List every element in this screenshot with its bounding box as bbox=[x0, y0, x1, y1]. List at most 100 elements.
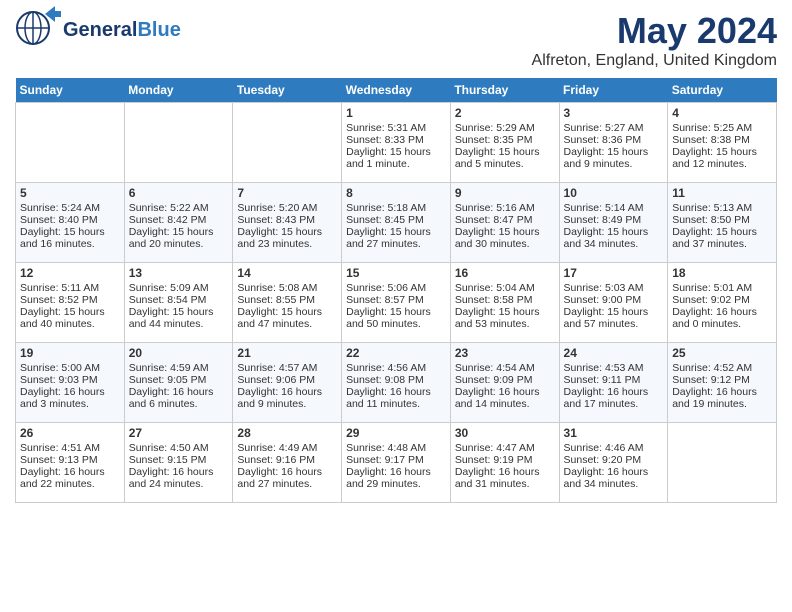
day-info: and 44 minutes. bbox=[129, 318, 229, 330]
day-info: and 5 minutes. bbox=[455, 158, 555, 170]
day-number: 9 bbox=[455, 186, 555, 200]
day-info: and 34 minutes. bbox=[564, 478, 664, 490]
calendar-cell: 18Sunrise: 5:01 AMSunset: 9:02 PMDayligh… bbox=[668, 263, 777, 343]
day-number: 5 bbox=[20, 186, 120, 200]
month-title: May 2024 bbox=[532, 10, 777, 52]
day-info: Sunrise: 5:27 AM bbox=[564, 122, 664, 134]
day-number: 27 bbox=[129, 426, 229, 440]
day-info: Daylight: 15 hours bbox=[455, 306, 555, 318]
day-info: Daylight: 16 hours bbox=[455, 386, 555, 398]
day-info: Daylight: 15 hours bbox=[237, 306, 337, 318]
day-number: 25 bbox=[672, 346, 772, 360]
day-info: Sunrise: 4:46 AM bbox=[564, 442, 664, 454]
day-info: Sunrise: 4:57 AM bbox=[237, 362, 337, 374]
day-info: Sunrise: 5:20 AM bbox=[237, 202, 337, 214]
day-info: Sunrise: 4:56 AM bbox=[346, 362, 446, 374]
weekday-header-saturday: Saturday bbox=[668, 78, 777, 103]
logo-general: General bbox=[63, 19, 137, 41]
calendar-cell: 6Sunrise: 5:22 AMSunset: 8:42 PMDaylight… bbox=[124, 183, 233, 263]
day-info: Sunrise: 5:06 AM bbox=[346, 282, 446, 294]
day-info: and 57 minutes. bbox=[564, 318, 664, 330]
day-info: Daylight: 15 hours bbox=[129, 306, 229, 318]
day-number: 13 bbox=[129, 266, 229, 280]
day-info: and 11 minutes. bbox=[346, 398, 446, 410]
day-info: Sunrise: 5:08 AM bbox=[237, 282, 337, 294]
day-number: 17 bbox=[564, 266, 664, 280]
day-info: Sunset: 9:09 PM bbox=[455, 374, 555, 386]
day-info: Sunset: 8:38 PM bbox=[672, 134, 772, 146]
day-info: Daylight: 15 hours bbox=[346, 146, 446, 158]
day-info: Sunrise: 4:54 AM bbox=[455, 362, 555, 374]
weekday-header-thursday: Thursday bbox=[450, 78, 559, 103]
day-info: and 31 minutes. bbox=[455, 478, 555, 490]
weekday-header-row: SundayMondayTuesdayWednesdayThursdayFrid… bbox=[16, 78, 777, 103]
calendar-cell: 19Sunrise: 5:00 AMSunset: 9:03 PMDayligh… bbox=[16, 343, 125, 423]
day-info: Sunrise: 5:13 AM bbox=[672, 202, 772, 214]
day-number: 28 bbox=[237, 426, 337, 440]
day-info: Sunrise: 4:52 AM bbox=[672, 362, 772, 374]
day-info: Sunrise: 4:47 AM bbox=[455, 442, 555, 454]
day-info: Sunset: 9:15 PM bbox=[129, 454, 229, 466]
day-info: Daylight: 15 hours bbox=[564, 306, 664, 318]
calendar-cell: 5 Sunrise: 5:24 AMSunset: 8:40 PMDaylight… bbox=[16, 183, 125, 263]
day-info: and 50 minutes. bbox=[346, 318, 446, 330]
calendar-week-3: 12Sunrise: 5:11 AMSunset: 8:52 PMDayligh… bbox=[16, 263, 777, 343]
day-info: Sunset: 9:12 PM bbox=[672, 374, 772, 386]
day-info: Daylight: 16 hours bbox=[672, 306, 772, 318]
day-info: and 37 minutes. bbox=[672, 238, 772, 250]
day-info: Sunrise: 5:31 AM bbox=[346, 122, 446, 134]
day-number: 18 bbox=[672, 266, 772, 280]
day-info: Daylight: 16 hours bbox=[455, 466, 555, 478]
day-info: and 0 minutes. bbox=[672, 318, 772, 330]
day-info: and 29 minutes. bbox=[346, 478, 446, 490]
day-info: Sunset: 8:50 PM bbox=[672, 214, 772, 226]
day-info: and 16 minutes. bbox=[20, 238, 120, 250]
day-info: Daylight: 16 hours bbox=[672, 386, 772, 398]
day-info: and 9 minutes. bbox=[237, 398, 337, 410]
day-info: Sunset: 8:49 PM bbox=[564, 214, 664, 226]
calendar-cell: 13Sunrise: 5:09 AMSunset: 8:54 PMDayligh… bbox=[124, 263, 233, 343]
calendar-cell: 12Sunrise: 5:11 AMSunset: 8:52 PMDayligh… bbox=[16, 263, 125, 343]
page-header: GeneralBlue May 2024 Alfreton, England, … bbox=[15, 10, 777, 70]
day-info: Sunrise: 5:18 AM bbox=[346, 202, 446, 214]
day-info: Sunrise: 5:14 AM bbox=[564, 202, 664, 214]
day-info: Daylight: 16 hours bbox=[129, 386, 229, 398]
weekday-header-friday: Friday bbox=[559, 78, 668, 103]
calendar-cell: 14Sunrise: 5:08 AMSunset: 8:55 PMDayligh… bbox=[233, 263, 342, 343]
day-info: Sunset: 9:20 PM bbox=[564, 454, 664, 466]
day-info: and 24 minutes. bbox=[129, 478, 229, 490]
day-info: Sunrise: 5:04 AM bbox=[455, 282, 555, 294]
calendar-cell: 17Sunrise: 5:03 AMSunset: 9:00 PMDayligh… bbox=[559, 263, 668, 343]
weekday-header-sunday: Sunday bbox=[16, 78, 125, 103]
day-info: Sunset: 8:40 PM bbox=[20, 214, 120, 226]
day-info: Sunset: 8:35 PM bbox=[455, 134, 555, 146]
day-info: Sunset: 9:11 PM bbox=[564, 374, 664, 386]
day-info: Sunset: 8:57 PM bbox=[346, 294, 446, 306]
day-info: Sunset: 8:54 PM bbox=[129, 294, 229, 306]
weekday-header-tuesday: Tuesday bbox=[233, 78, 342, 103]
day-number: 26 bbox=[20, 426, 120, 440]
day-info: Daylight: 15 hours bbox=[20, 226, 120, 238]
day-info: Sunrise: 5:22 AM bbox=[129, 202, 229, 214]
day-info: Sunset: 9:06 PM bbox=[237, 374, 337, 386]
day-info: Sunset: 9:17 PM bbox=[346, 454, 446, 466]
day-number: 19 bbox=[20, 346, 120, 360]
day-info: Daylight: 15 hours bbox=[672, 226, 772, 238]
day-info: Sunset: 9:16 PM bbox=[237, 454, 337, 466]
day-info: Sunrise: 5:24 AM bbox=[20, 202, 120, 214]
day-info: Daylight: 15 hours bbox=[346, 306, 446, 318]
day-number: 24 bbox=[564, 346, 664, 360]
calendar-cell: 28Sunrise: 4:49 AMSunset: 9:16 PMDayligh… bbox=[233, 423, 342, 503]
weekday-header-wednesday: Wednesday bbox=[342, 78, 451, 103]
day-info: Sunrise: 5:11 AM bbox=[20, 282, 120, 294]
title-block: May 2024 Alfreton, England, United Kingd… bbox=[532, 10, 777, 70]
day-info: Sunset: 8:58 PM bbox=[455, 294, 555, 306]
day-number: 22 bbox=[346, 346, 446, 360]
calendar-week-4: 19Sunrise: 5:00 AMSunset: 9:03 PMDayligh… bbox=[16, 343, 777, 423]
day-info: Sunrise: 4:50 AM bbox=[129, 442, 229, 454]
day-info: and 12 minutes. bbox=[672, 158, 772, 170]
day-info: and 6 minutes. bbox=[129, 398, 229, 410]
day-info: Sunrise: 5:25 AM bbox=[672, 122, 772, 134]
day-number: 29 bbox=[346, 426, 446, 440]
calendar-table: SundayMondayTuesdayWednesdayThursdayFrid… bbox=[15, 78, 777, 503]
